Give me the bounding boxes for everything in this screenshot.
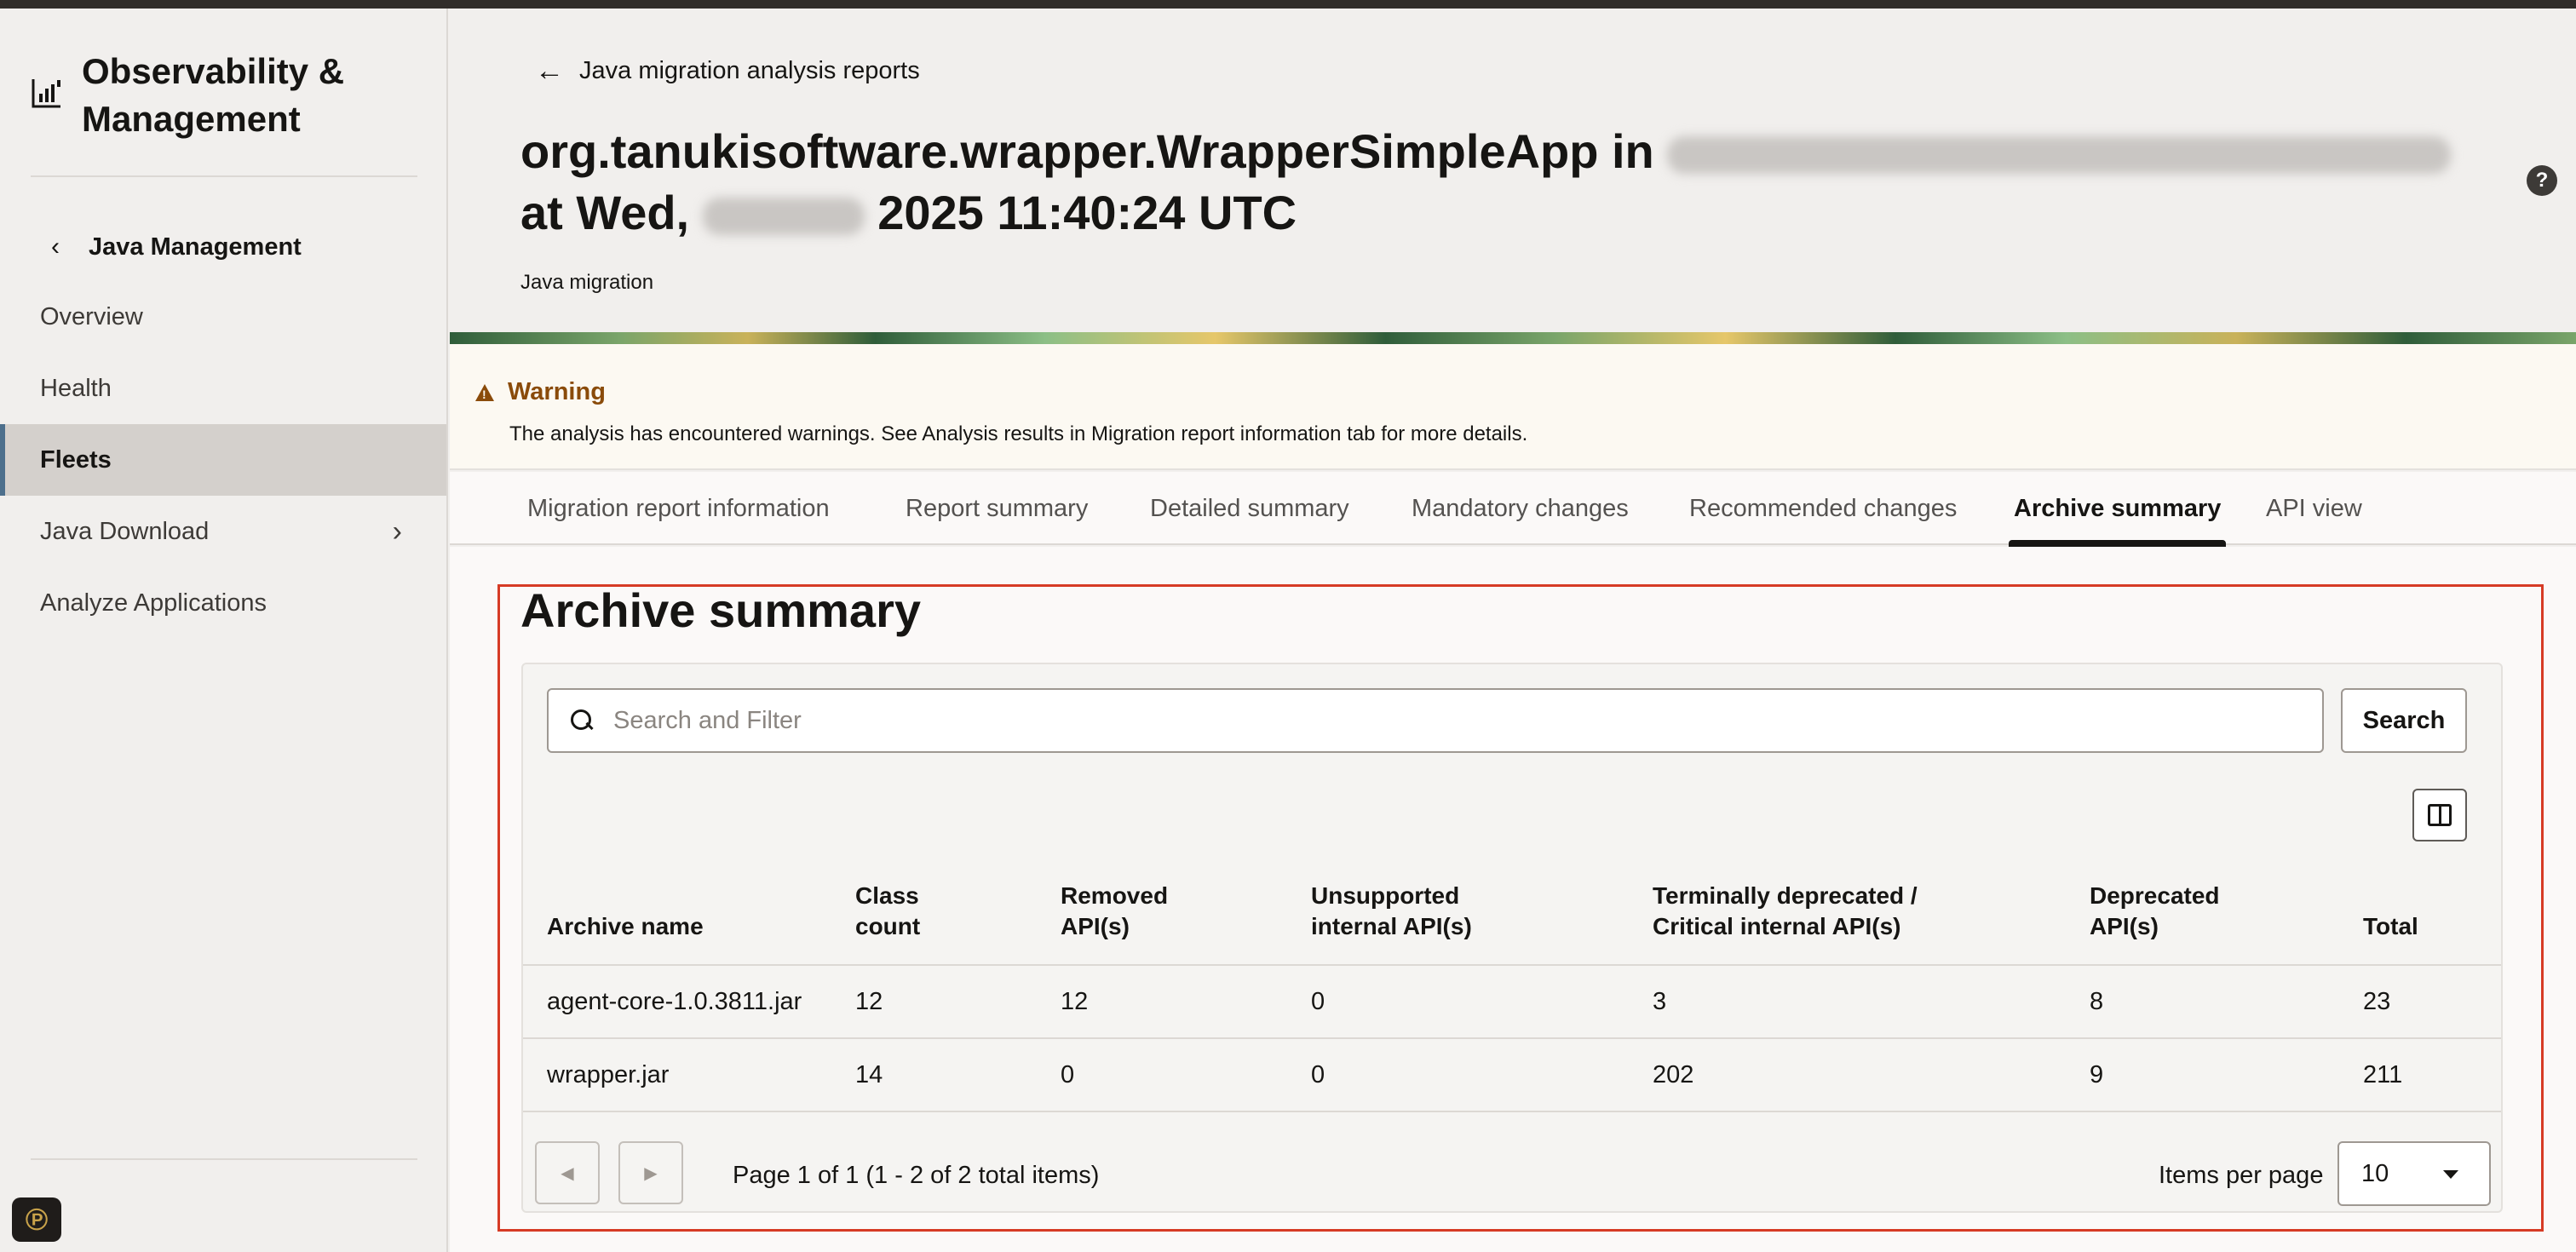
column-header-class-count[interactable]: Class count [855, 881, 949, 942]
sidebar-item-analyze-applications[interactable]: Analyze Applications [0, 567, 446, 639]
breadcrumb-label: Java migration analysis reports [579, 57, 920, 84]
redacted-host [1667, 136, 2452, 175]
caret-right-icon: ▶ [644, 1163, 658, 1183]
chevron-right-icon: › [392, 514, 402, 548]
tab-detailed-summary[interactable]: Detailed summary [1150, 472, 1349, 545]
sidebar-item-label: Java Download [40, 517, 210, 545]
sidebar-item-fleets[interactable]: Fleets [0, 424, 446, 496]
back-label: Java Management [89, 233, 302, 261]
pagination-status: Page 1 of 1 (1 - 2 of 2 total items) [733, 1162, 1100, 1189]
sidebar-item-health[interactable]: Health [0, 353, 446, 424]
table-row[interactable]: wrapper.jar 14 0 0 202 9 211 [523, 1039, 2501, 1112]
tab-mandatory-changes[interactable]: Mandatory changes [1412, 472, 1629, 545]
sidebar-item-label: Overview [40, 302, 143, 330]
widget-icon: ℗ [25, 1202, 49, 1237]
warning-header: Warning [475, 378, 606, 406]
sidebar-item-label: Analyze Applications [40, 589, 267, 617]
table-row[interactable]: agent-core-1.0.3811.jar 12 12 0 3 8 23 [523, 966, 2501, 1039]
cell-total: 23 [2363, 988, 2391, 1015]
column-header-deprecated-apis[interactable]: Deprecated API(s) [2090, 881, 2220, 942]
items-per-page-label: Items per page [2159, 1162, 2324, 1189]
redacted-date [702, 198, 865, 236]
tab-migration-report-information[interactable]: Migration report information [527, 472, 830, 545]
cell-removed-apis: 12 [1061, 988, 1089, 1015]
tab-archive-summary[interactable]: Archive summary [2008, 472, 2227, 547]
page-header: ← Java migration analysis reports org.ta… [450, 9, 2576, 332]
cell-archive-name: wrapper.jar [547, 1061, 670, 1088]
sidebar-item-label: Fleets [40, 445, 112, 474]
tab-recommended-changes[interactable]: Recommended changes [1689, 472, 1957, 545]
warning-message: Warning The analysis has encountered war… [450, 344, 2576, 470]
sidebar-item-java-download[interactable]: Java Download › [0, 496, 446, 567]
brand-title: Observability & Management [82, 51, 345, 139]
page-title: org.tanukisoftware.wrapper.WrapperSimple… [520, 121, 2531, 244]
manage-columns-button[interactable] [2412, 789, 2467, 841]
next-page-button[interactable]: ▶ [618, 1141, 683, 1204]
previous-page-button[interactable]: ◀ [535, 1141, 600, 1204]
archive-summary-section: Archive summary Search Archive name Clas… [450, 547, 2576, 1252]
items-per-page-value: 10 [2361, 1159, 2389, 1187]
chevron-down-icon [2443, 1170, 2458, 1179]
section-title: Archive summary [520, 583, 922, 637]
observability-logo-icon [32, 79, 60, 108]
cell-terminally-deprecated: 3 [1653, 988, 1667, 1015]
pagination: ◀ ▶ Page 1 of 1 (1 - 2 of 2 total items)… [523, 1117, 2501, 1211]
cell-class-count: 12 [855, 988, 883, 1015]
column-header-total[interactable]: Total [2363, 911, 2465, 942]
title-application: org.tanukisoftware.wrapper.WrapperSimple… [520, 124, 1654, 178]
table-header: Archive name Class count Removed API(s) … [523, 882, 2501, 966]
warning-text: The analysis has encountered warnings. S… [509, 422, 1528, 445]
main-content: ← Java migration analysis reports org.ta… [450, 9, 2576, 1252]
cell-unsupported-internal-apis: 0 [1311, 988, 1325, 1015]
column-header-unsupported-internal-apis[interactable]: Unsupported internal API(s) [1311, 881, 1515, 942]
tab-report-summary[interactable]: Report summary [906, 472, 1088, 545]
search-icon [569, 708, 595, 733]
arrow-left-icon: ← [535, 55, 564, 87]
sidebar: Observability & Management ‹ Java Manage… [0, 9, 448, 1252]
warning-title: Warning [508, 378, 606, 405]
items-per-page-select[interactable]: 10 [2337, 1141, 2491, 1206]
columns-icon [2428, 804, 2452, 826]
chevron-left-icon: ‹ [51, 233, 60, 261]
decorative-banner [450, 332, 2576, 344]
cell-archive-name: agent-core-1.0.3811.jar [547, 988, 802, 1015]
sidebar-item-overview[interactable]: Overview [0, 281, 446, 353]
cell-terminally-deprecated: 202 [1653, 1061, 1694, 1088]
search-button[interactable]: Search [2341, 688, 2467, 753]
search-field[interactable] [547, 688, 2324, 753]
tab-api-view[interactable]: API view [2266, 472, 2362, 545]
cell-deprecated-apis: 8 [2090, 988, 2104, 1015]
column-header-removed-apis[interactable]: Removed API(s) [1061, 881, 1188, 942]
column-header-archive-name[interactable]: Archive name [547, 911, 802, 942]
cell-deprecated-apis: 9 [2090, 1061, 2104, 1088]
top-bar [0, 0, 2576, 9]
title-date-prefix: at Wed, [520, 186, 690, 239]
help-icon[interactable]: ? [2527, 165, 2557, 196]
cell-total: 211 [2363, 1061, 2403, 1088]
column-header-terminally-deprecated[interactable]: Terminally deprecated / Critical interna… [1653, 881, 1985, 942]
back-to-java-management[interactable]: ‹ Java Management [51, 221, 302, 273]
cell-unsupported-internal-apis: 0 [1311, 1061, 1325, 1088]
breadcrumb-back-link[interactable]: ← Java migration analysis reports [535, 55, 920, 88]
page-subtitle: Java migration [520, 271, 654, 294]
sidebar-divider [31, 1158, 417, 1160]
caret-left-icon: ◀ [561, 1163, 574, 1183]
archive-table-panel: Search Archive name Class count Removed … [521, 663, 2503, 1213]
help-widget-button[interactable]: ℗ [12, 1197, 61, 1242]
sidebar-divider [31, 175, 417, 177]
cell-class-count: 14 [855, 1061, 883, 1088]
brand: Observability & Management [31, 48, 423, 143]
sidebar-item-label: Health [40, 374, 112, 402]
report-tabs: Migration report information Report summ… [450, 472, 2576, 547]
warning-icon [475, 383, 494, 401]
title-date-suffix: 2025 11:40:24 UTC [877, 186, 1297, 239]
search-input[interactable] [613, 706, 2300, 735]
cell-removed-apis: 0 [1061, 1061, 1075, 1088]
